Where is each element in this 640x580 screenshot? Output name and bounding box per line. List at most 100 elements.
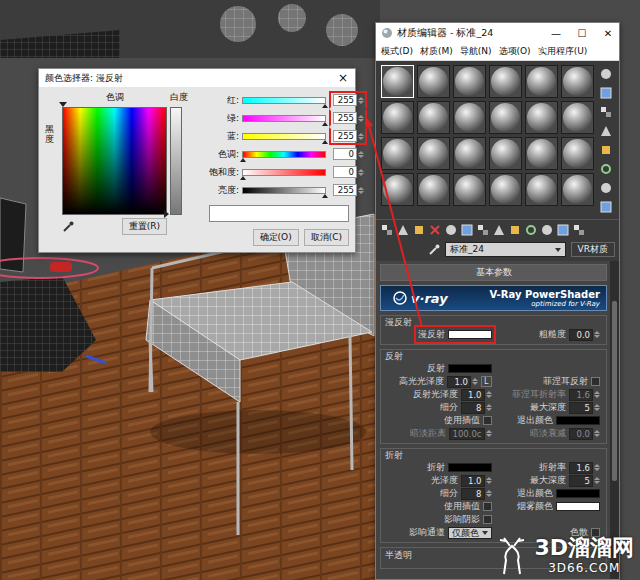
spinner[interactable]: 1.0	[461, 389, 492, 401]
spinner-value[interactable]: 0	[333, 166, 357, 178]
put-library-icon[interactable]	[476, 223, 490, 237]
color-swatch[interactable]	[556, 489, 600, 498]
spinner[interactable]: 0	[333, 166, 364, 178]
sample-slot[interactable]	[525, 65, 558, 98]
sample-slot[interactable]	[489, 137, 522, 170]
eyedropper-icon[interactable]	[62, 221, 74, 233]
spinner[interactable]: 255	[333, 94, 364, 106]
color-swatch[interactable]	[556, 416, 600, 425]
video-check-icon[interactable]	[599, 143, 613, 157]
spinner[interactable]: 8	[461, 488, 492, 500]
slider-track[interactable]	[242, 97, 326, 104]
sample-slot[interactable]	[453, 137, 486, 170]
spinner-value[interactable]: 1.0	[461, 389, 485, 401]
slider-track[interactable]	[242, 115, 326, 122]
checkbox[interactable]	[483, 502, 492, 511]
sample-slot[interactable]	[381, 173, 414, 206]
sample-slot[interactable]	[417, 137, 450, 170]
sample-slot[interactable]	[489, 173, 522, 206]
sample-slot[interactable]	[381, 137, 414, 170]
spinner[interactable]: 255	[333, 130, 364, 142]
spinner-value[interactable]: 1.0	[447, 376, 471, 388]
spinner[interactable]: 1.0	[461, 475, 492, 487]
sample-slot[interactable]	[525, 173, 558, 206]
spinner[interactable]: 8	[461, 402, 492, 414]
spinner-value[interactable]: 0.0	[569, 428, 593, 440]
ok-button[interactable]: 确定(O)	[253, 229, 299, 246]
reset-button[interactable]: 重置(R)	[122, 218, 167, 235]
spinner-arrows[interactable]	[358, 133, 364, 140]
sample-type-icon[interactable]	[599, 67, 613, 81]
spinner[interactable]: 1.6	[569, 462, 600, 474]
assign-icon[interactable]	[412, 223, 426, 237]
spinner[interactable]: 255	[333, 112, 364, 124]
sample-slot[interactable]	[561, 65, 594, 98]
tiling-icon[interactable]	[599, 124, 613, 138]
menu-item[interactable]: 导航(N)	[460, 45, 492, 58]
menu-item[interactable]: 模式(D)	[381, 45, 413, 58]
color-swatch[interactable]	[448, 330, 492, 339]
spinner[interactable]: 5	[569, 475, 600, 487]
put-to-scene-icon[interactable]	[396, 223, 410, 237]
spinner-value[interactable]: 1.6	[569, 389, 593, 401]
sample-slot[interactable]	[561, 101, 594, 134]
delete-icon[interactable]	[428, 223, 442, 237]
spinner-value[interactable]: 255	[333, 184, 357, 196]
spinner-arrows[interactable]	[594, 404, 600, 411]
spinner-arrows[interactable]	[486, 490, 492, 497]
slider-track[interactable]	[242, 187, 326, 194]
color-swatch[interactable]	[448, 463, 492, 472]
spinner-arrows[interactable]	[486, 430, 492, 437]
spinner[interactable]: 1.0	[447, 376, 478, 388]
material-name-field[interactable]: 标准_24	[445, 242, 566, 257]
menu-item[interactable]: 实用程序(U)	[538, 45, 588, 58]
dropdown[interactable]: 仅颜色	[448, 527, 492, 539]
spinner-arrows[interactable]	[594, 430, 600, 437]
spinner-value[interactable]: 100.0c	[449, 428, 484, 440]
lock-button[interactable]: L	[481, 376, 491, 387]
spinner-value[interactable]: 1.0	[461, 475, 485, 487]
eyedropper-icon[interactable]	[428, 244, 440, 256]
minimize-button[interactable]: —	[545, 28, 567, 39]
spinner-arrows[interactable]	[594, 464, 600, 471]
sample-slot[interactable]	[417, 173, 450, 206]
spinner-value[interactable]: 0	[333, 148, 357, 160]
spinner-value[interactable]: 5	[569, 402, 593, 414]
maximize-button[interactable]: ☐	[571, 28, 593, 39]
hue-box[interactable]	[62, 107, 167, 215]
slider-track[interactable]	[242, 151, 326, 158]
color-swatch[interactable]	[556, 502, 600, 511]
spinner-value[interactable]: 1.6	[569, 462, 593, 474]
preview-icon[interactable]	[599, 162, 613, 176]
sample-slot[interactable]	[381, 101, 414, 134]
rollout-header[interactable]: 基本参数	[380, 264, 607, 281]
navigator-icon[interactable]	[572, 223, 586, 237]
sample-slot[interactable]	[453, 173, 486, 206]
spinner[interactable]: 255	[333, 184, 364, 196]
sample-slot[interactable]	[489, 101, 522, 134]
spinner[interactable]: 0.0	[569, 329, 600, 341]
go-parent-icon[interactable]	[540, 223, 554, 237]
spinner[interactable]: 5	[569, 402, 600, 414]
sample-slot[interactable]	[561, 173, 594, 206]
menu-item[interactable]: 选项(O)	[499, 45, 531, 58]
sample-slot[interactable]	[381, 65, 414, 98]
spinner-arrows[interactable]	[486, 391, 492, 398]
sample-slot[interactable]	[561, 137, 594, 170]
whiteness-bar[interactable]	[170, 107, 182, 215]
spinner-value[interactable]: 5	[569, 475, 593, 487]
backlight-icon[interactable]	[599, 86, 613, 100]
checkbox[interactable]	[483, 416, 492, 425]
close-button[interactable]: ✕	[597, 28, 619, 39]
spinner-value[interactable]: 255	[333, 130, 357, 142]
background-icon[interactable]	[599, 105, 613, 119]
spinner[interactable]: 1.6	[569, 389, 600, 401]
unique-icon[interactable]	[460, 223, 474, 237]
sample-slot[interactable]	[417, 101, 450, 134]
spinner-value[interactable]: 0.0	[569, 329, 593, 341]
select-by-material-icon[interactable]	[599, 200, 613, 214]
close-button[interactable]: ×	[335, 71, 351, 85]
options-icon[interactable]	[599, 181, 613, 195]
spinner[interactable]: 0.0	[569, 428, 600, 440]
spinner-arrows[interactable]	[486, 477, 492, 484]
